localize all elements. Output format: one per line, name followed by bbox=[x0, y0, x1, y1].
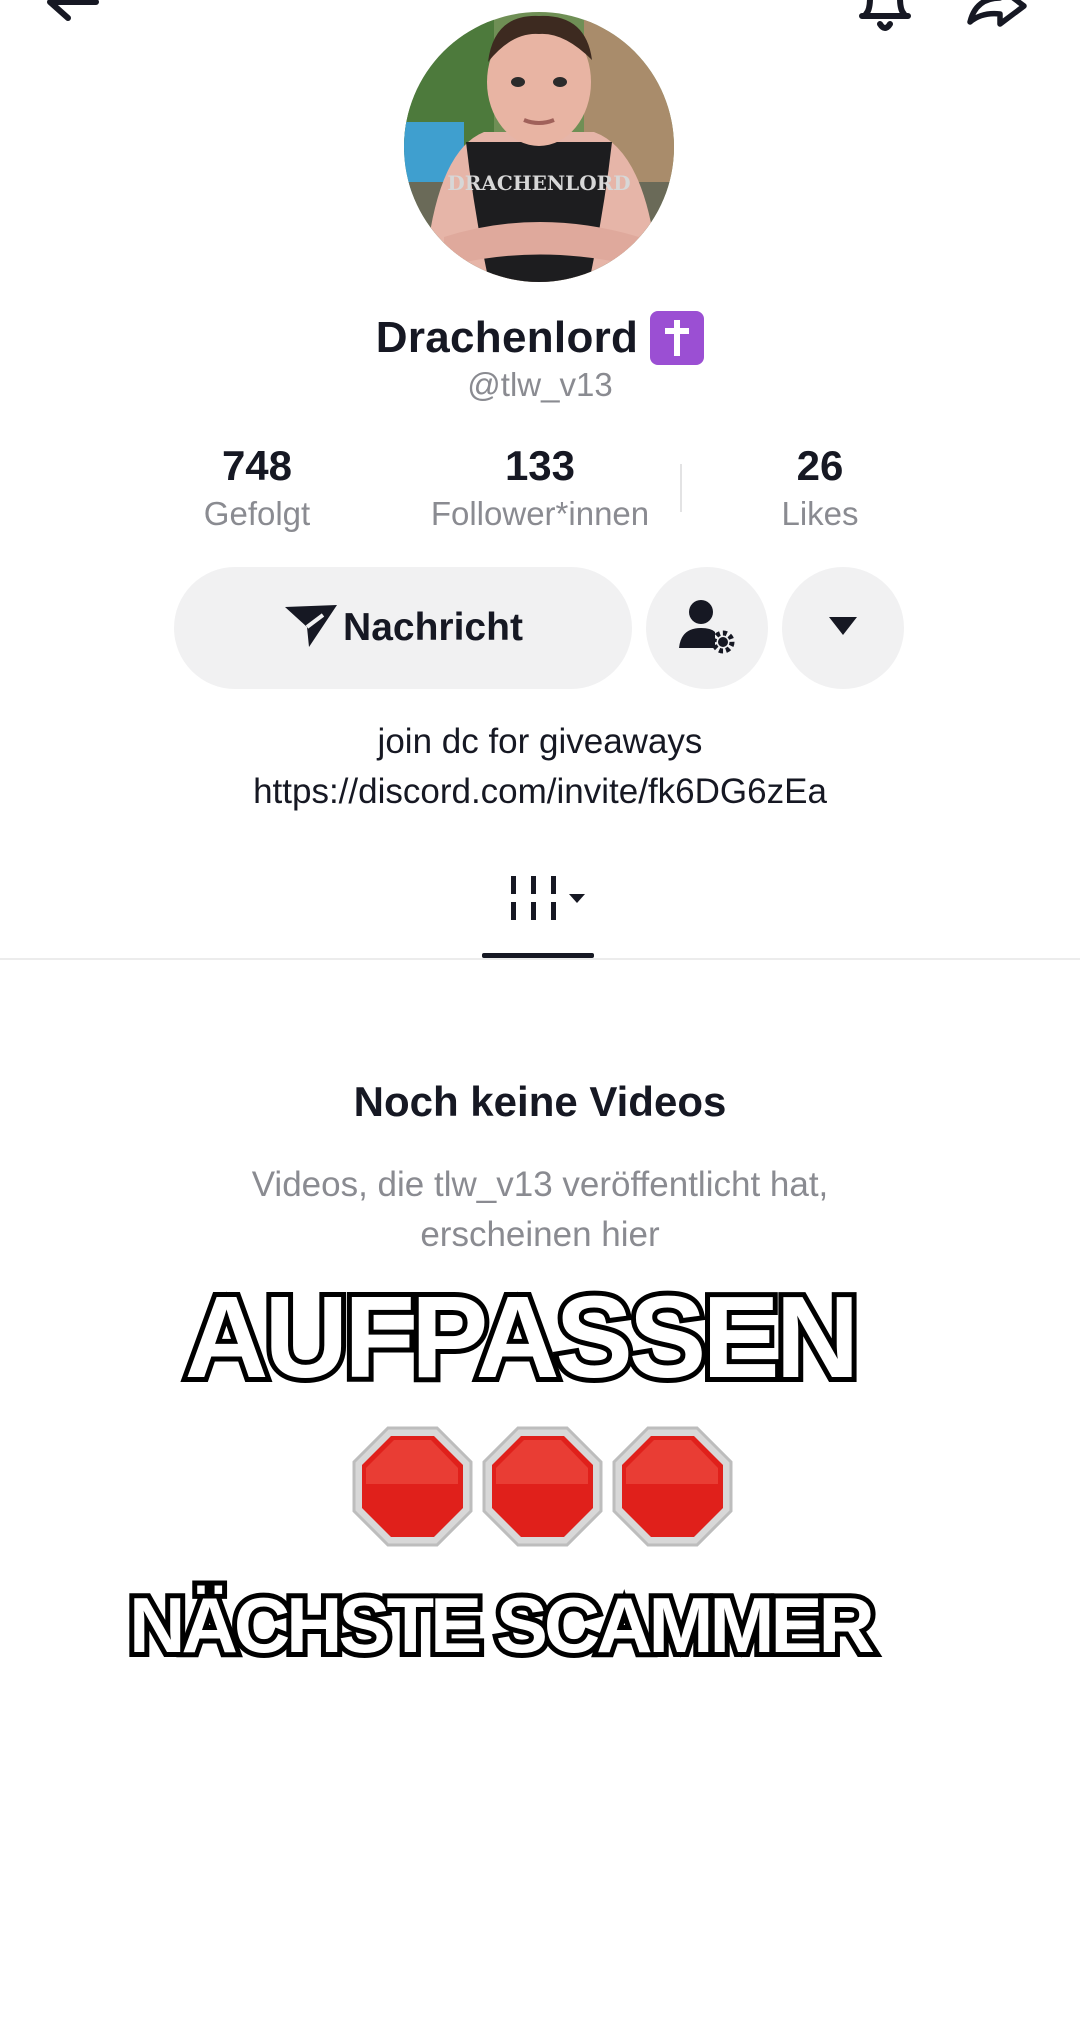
share-icon[interactable] bbox=[962, 0, 1032, 40]
follow-settings-button[interactable] bbox=[646, 567, 768, 689]
stat-divider bbox=[680, 464, 682, 512]
username-handle: @tlw_v13 bbox=[467, 366, 613, 403]
stat-likes[interactable]: 26 Likes bbox=[690, 440, 950, 536]
profile-name-row: Drachenlord bbox=[0, 305, 1080, 371]
tab-divider bbox=[0, 958, 1080, 960]
empty-state-subtitle: Videos, die tlw_v13 veröffentlicht hat, … bbox=[0, 1160, 1080, 1260]
cross-badge-icon bbox=[650, 311, 705, 365]
avatar[interactable]: DRACHENLORD bbox=[404, 12, 674, 282]
bio-link[interactable]: https://discord.com/invite/fk6DG6zEa bbox=[0, 772, 1080, 812]
stop-sign-icon bbox=[610, 1424, 735, 1549]
stat-following-label: Gefolgt bbox=[203, 495, 311, 532]
overlay-headline: AUFPASSEN bbox=[180, 1267, 865, 1407]
stat-followers-value: 133 bbox=[504, 442, 576, 489]
display-name: Drachenlord bbox=[375, 313, 639, 362]
bell-icon[interactable] bbox=[852, 0, 922, 40]
empty-state-title: Noch keine Videos bbox=[353, 1078, 727, 1125]
message-button-label: Nachricht bbox=[343, 606, 523, 649]
videos-tab-icon[interactable] bbox=[505, 872, 595, 932]
stop-sign-icon bbox=[480, 1424, 605, 1549]
stat-followers-label: Follower*innen bbox=[430, 495, 650, 532]
empty-state-subtitle-line2: erscheinen hier bbox=[420, 1215, 660, 1254]
message-button[interactable]: Nachricht bbox=[174, 567, 632, 689]
bio-line-1: join dc for giveaways bbox=[377, 722, 703, 761]
stat-likes-label: Likes bbox=[781, 495, 859, 532]
stat-following[interactable]: 748 Gefolgt bbox=[127, 440, 387, 536]
stat-likes-value: 26 bbox=[796, 442, 844, 489]
overlay-footer: NÄCHSTE SCAMMER bbox=[124, 1576, 880, 1674]
more-options-button[interactable] bbox=[782, 567, 904, 689]
stat-followers[interactable]: 133 Follower*innen bbox=[410, 440, 670, 536]
user-gear-icon bbox=[675, 594, 739, 663]
shirt-text: DRACHENLORD bbox=[447, 171, 630, 195]
stop-sign-icon bbox=[350, 1424, 475, 1549]
back-icon[interactable] bbox=[40, 0, 110, 40]
empty-state-subtitle-line1: Videos, die tlw_v13 veröffentlicht hat, bbox=[251, 1165, 829, 1204]
send-icon bbox=[283, 601, 339, 656]
stat-following-value: 748 bbox=[221, 442, 293, 489]
caret-down-icon bbox=[827, 615, 859, 642]
